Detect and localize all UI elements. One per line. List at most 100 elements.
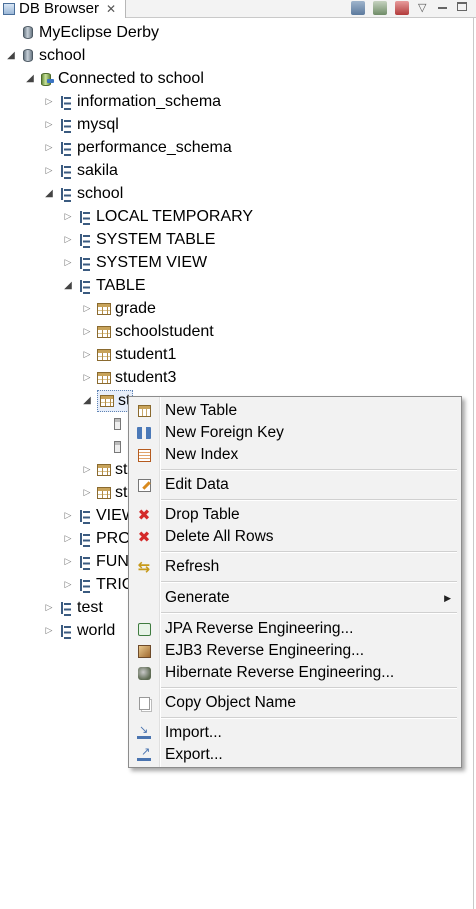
tree-item-label: FUN	[96, 552, 129, 570]
new-table-icon	[137, 404, 151, 418]
expand-icon[interactable]: ▷	[42, 141, 56, 155]
folder-icon	[78, 279, 92, 294]
tab-title: DB Browser	[19, 0, 100, 17]
tree-item-information-schema[interactable]: ▷ information_schema	[42, 90, 221, 113]
tree-item-label: world	[77, 621, 116, 639]
db-browser-tab[interactable]: DB Browser ✕	[0, 0, 126, 18]
menu-item-label: Generate	[165, 589, 230, 606]
tree-item-profile-school[interactable]: ◢ school	[4, 44, 85, 67]
expand-icon[interactable]: ▷	[61, 233, 75, 247]
tree-item-column[interactable]	[110, 412, 125, 435]
minimize-icon[interactable]	[438, 7, 447, 9]
tree-item-label: schoolstudent	[115, 322, 214, 340]
new-connection-icon[interactable]	[351, 1, 365, 15]
menu-item-hibernate-reverse-engineering[interactable]: Hibernate Reverse Engineering...	[129, 662, 461, 684]
tree-item-view-folder[interactable]: ▷ VIEW	[61, 504, 137, 527]
tree-item-performance-schema[interactable]: ▷ performance_schema	[42, 136, 232, 159]
collapse-icon[interactable]: ◢	[80, 394, 94, 408]
tree-item-table-selected[interactable]: ◢ st	[80, 389, 134, 412]
menu-item-new-index[interactable]: New Index	[129, 444, 461, 466]
tree-item-local-temporary[interactable]: ▷ LOCAL TEMPORARY	[61, 205, 253, 228]
menu-separator	[161, 687, 457, 689]
expand-icon[interactable]: ▷	[42, 95, 56, 109]
table-icon	[97, 325, 111, 338]
tree-item-table-schoolstudent[interactable]: ▷ schoolstudent	[80, 320, 214, 343]
menu-item-refresh[interactable]: ⇆ Refresh	[129, 556, 461, 578]
tree-item-mysql[interactable]: ▷ mysql	[42, 113, 119, 136]
expand-icon[interactable]: ▷	[80, 348, 94, 362]
menu-item-jpa-reverse-engineering[interactable]: JPA Reverse Engineering...	[129, 618, 461, 640]
schema-icon	[59, 141, 73, 156]
tree-item-function-folder[interactable]: ▷ FUN	[61, 550, 129, 573]
disconnect-icon[interactable]	[395, 1, 409, 15]
tree-item-profile-derby[interactable]: MyEclipse Derby	[4, 21, 159, 44]
expand-icon[interactable]: ▷	[80, 302, 94, 316]
collapse-icon[interactable]: ◢	[4, 49, 18, 63]
expand-icon[interactable]: ▷	[80, 486, 94, 500]
expand-icon[interactable]: ▷	[61, 532, 75, 546]
menu-item-edit-data[interactable]: Edit Data	[129, 474, 461, 496]
tree-item-label: grade	[115, 299, 156, 317]
folder-icon	[78, 509, 92, 524]
expand-icon[interactable]: ▷	[42, 601, 56, 615]
menu-item-new-foreign-key[interactable]: New Foreign Key	[129, 422, 461, 444]
expand-icon[interactable]: ▷	[80, 463, 94, 477]
schema-icon	[59, 164, 73, 179]
menu-item-drop-table[interactable]: ✖ Drop Table	[129, 504, 461, 526]
tree-item-label: TABLE	[96, 276, 146, 294]
column-icon	[114, 417, 121, 430]
menu-item-label: New Foreign Key	[165, 424, 284, 441]
tree-item-system-view[interactable]: ▷ SYSTEM VIEW	[61, 251, 207, 274]
tree-item-table-after1[interactable]: ▷ st	[80, 458, 128, 481]
menu-item-delete-all-rows[interactable]: ✖ Delete All Rows	[129, 526, 461, 548]
expand-icon[interactable]: ▷	[61, 578, 75, 592]
menu-separator	[161, 612, 457, 614]
tree-item-column[interactable]	[110, 435, 125, 458]
tree-item-test[interactable]: ▷ test	[42, 596, 103, 619]
menu-item-copy-object-name[interactable]: Copy Object Name	[129, 692, 461, 714]
expand-icon[interactable]: ▷	[42, 164, 56, 178]
tree-item-label: LOCAL TEMPORARY	[96, 207, 254, 225]
menu-item-new-table[interactable]: New Table	[129, 400, 461, 422]
collapse-icon[interactable]: ◢	[23, 72, 37, 86]
tree-item-table-after2[interactable]: ▷ st	[80, 481, 128, 504]
expand-icon[interactable]: ▷	[80, 371, 94, 385]
menu-item-import[interactable]: Import...	[129, 722, 461, 744]
tree-item-connection[interactable]: ◢ Connected to school	[23, 67, 204, 90]
collapse-all-icon[interactable]	[373, 1, 387, 15]
menu-item-label: New Index	[165, 446, 239, 463]
menu-item-label: New Table	[165, 402, 238, 419]
tree-item-table-folder[interactable]: ◢ TABLE	[61, 274, 146, 297]
expand-icon[interactable]: ▷	[61, 509, 75, 523]
tree-item-world[interactable]: ▷ world	[42, 619, 115, 642]
menu-item-ejb3-reverse-engineering[interactable]: EJB3 Reverse Engineering...	[129, 640, 461, 662]
tree-item-table-student1[interactable]: ▷ student1	[80, 343, 177, 366]
expand-icon[interactable]: ▷	[42, 624, 56, 638]
tree-item-table-grade[interactable]: ▷ grade	[80, 297, 156, 320]
tree-item-school-schema[interactable]: ◢ school	[42, 182, 123, 205]
expand-icon[interactable]: ▷	[61, 210, 75, 224]
export-icon	[137, 745, 151, 762]
tree-item-system-table[interactable]: ▷ SYSTEM TABLE	[61, 228, 215, 251]
view-menu-icon[interactable]: ▽	[418, 1, 426, 14]
import-icon	[137, 723, 151, 740]
menu-item-export[interactable]: Export...	[129, 744, 461, 766]
tree-item-procedure-folder[interactable]: ▷ PRO	[61, 527, 131, 550]
collapse-icon[interactable]: ◢	[42, 187, 56, 201]
database-icon	[23, 49, 33, 62]
collapse-icon[interactable]: ◢	[61, 279, 75, 293]
menu-item-label: Drop Table	[165, 506, 240, 523]
expand-icon[interactable]: ▷	[61, 256, 75, 270]
menu-item-generate[interactable]: Generate ▶	[129, 587, 461, 609]
maximize-icon[interactable]	[457, 2, 467, 11]
menu-item-label: Hibernate Reverse Engineering...	[165, 664, 395, 681]
expand-icon[interactable]: ▷	[80, 325, 94, 339]
close-icon[interactable]: ✕	[106, 2, 116, 16]
tree-item-trigger-folder[interactable]: ▷ TRIG	[61, 573, 134, 596]
menu-separator	[161, 717, 457, 719]
expand-icon[interactable]: ▷	[61, 555, 75, 569]
tree-item-table-student3[interactable]: ▷ student3	[80, 366, 177, 389]
tree-item-label: school	[77, 184, 124, 202]
tree-item-sakila[interactable]: ▷ sakila	[42, 159, 118, 182]
expand-icon[interactable]: ▷	[42, 118, 56, 132]
